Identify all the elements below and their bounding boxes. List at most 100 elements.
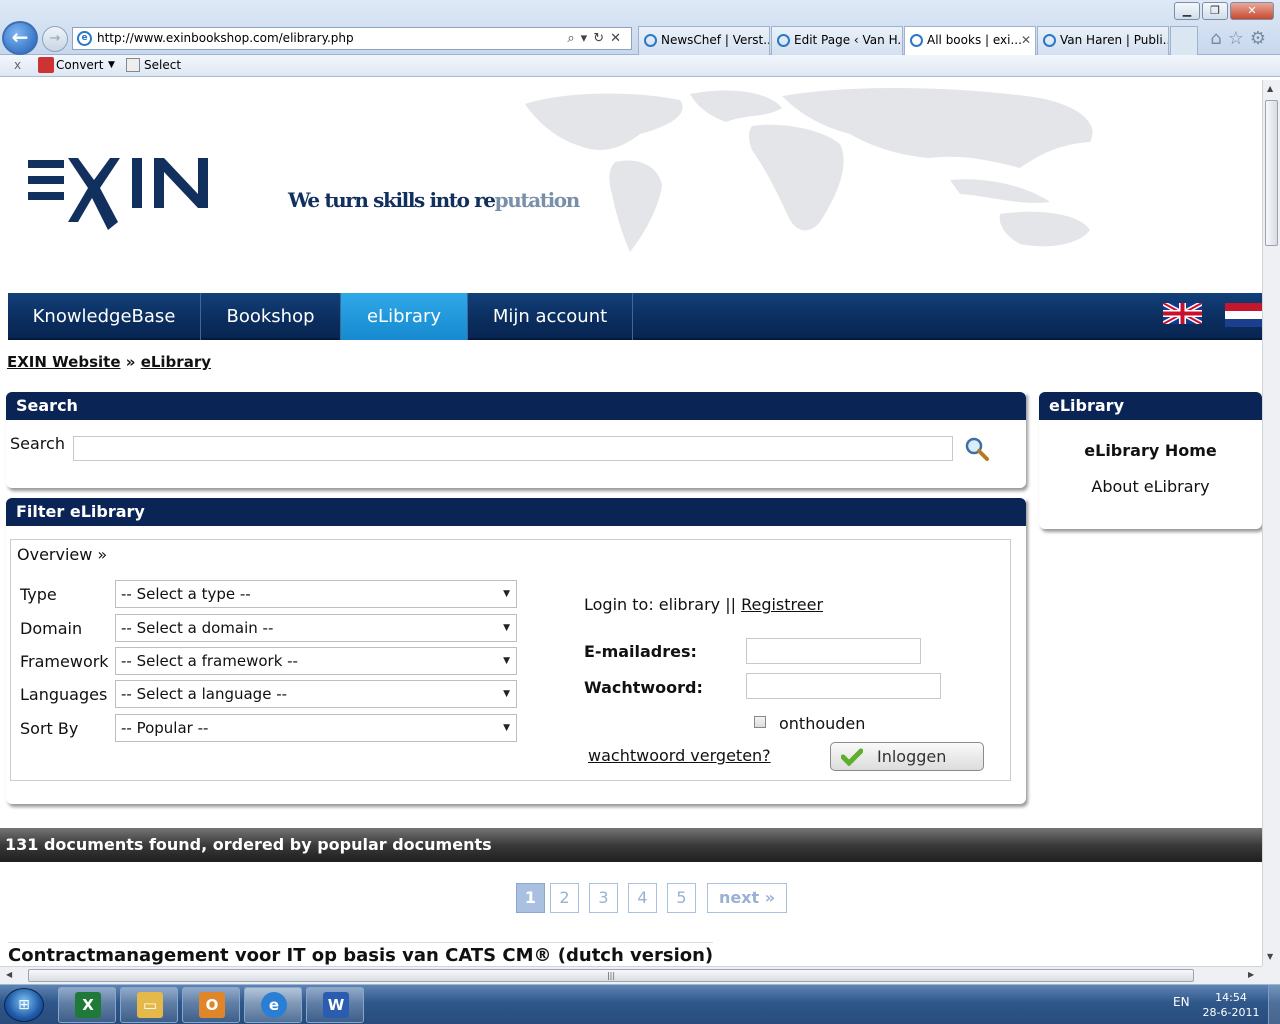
close-tab-icon[interactable]: ✕ — [1021, 27, 1031, 54]
horizontal-scrollbar[interactable]: ◀ ||| ▶ — [0, 966, 1262, 984]
filter-label-domain: Domain — [20, 619, 83, 638]
internet-explorer-icon: e — [261, 992, 287, 1018]
elibrary-sidebar-title: eLibrary — [1039, 392, 1262, 420]
nl-flag-icon[interactable] — [1225, 303, 1262, 327]
page-link[interactable]: 2 — [550, 883, 579, 913]
filter-box: Overview » Type -- Select a type -- ▼ Dom… — [10, 539, 1011, 781]
forward-button[interactable]: → — [42, 26, 68, 52]
close-window-button[interactable]: ✕ — [1230, 2, 1274, 20]
tab-label: Edit Page ‹ Van H... — [794, 33, 903, 47]
domain-select[interactable]: -- Select a domain -- ▼ — [115, 614, 517, 642]
address-tools[interactable]: ⌕▾↻✕ — [567, 28, 627, 49]
scroll-left-icon[interactable]: ◀ — [6, 970, 12, 979]
folder-icon: ▭ — [137, 992, 163, 1018]
sort-select-value: -- Popular -- — [121, 719, 209, 737]
convert-button[interactable]: Convert — [56, 55, 103, 75]
register-link[interactable]: Registreer — [741, 595, 823, 614]
ie-tab-icon — [644, 34, 657, 47]
sort-select[interactable]: -- Popular -- ▼ — [115, 714, 517, 742]
overview-link[interactable]: Overview » — [17, 545, 107, 564]
nav-item-knowledgebase[interactable]: KnowledgeBase — [8, 293, 201, 340]
page-link[interactable]: 4 — [628, 883, 657, 913]
close-toolbar-icon[interactable]: x — [14, 55, 21, 75]
system-clock[interactable]: 14:54 28-6-2011 — [1200, 990, 1262, 1020]
exin-logo — [28, 158, 208, 230]
browser-tab[interactable]: NewsChef | Verst... — [638, 26, 770, 55]
scroll-up-icon[interactable]: ▲ — [1267, 84, 1273, 93]
chevron-down-icon[interactable]: ▼ — [108, 55, 115, 75]
tagline-main: We turn skills into re — [288, 188, 496, 212]
password-label: Wachtwoord: — [584, 678, 703, 697]
result-item-title[interactable]: Contractmanagement voor IT op basis van … — [8, 942, 714, 966]
search-panel: Search Search — [6, 392, 1026, 488]
nav-item-bookshop[interactable]: Bookshop — [201, 293, 341, 340]
clock-date: 28-6-2011 — [1202, 1006, 1260, 1019]
vertical-scrollbar[interactable]: ▲ ▼ — [1262, 80, 1280, 966]
search-input[interactable] — [73, 436, 953, 461]
browser-tab[interactable]: Van Haren | Publi... — [1037, 26, 1169, 55]
url-text: http://www.exinbookshop.com/elibrary.php — [97, 31, 354, 45]
checkmark-icon — [841, 748, 863, 766]
ie-page-icon: e — [77, 31, 92, 46]
taskbar-explorer[interactable]: ▭ — [120, 987, 178, 1023]
search-icon[interactable] — [964, 436, 990, 462]
page-link[interactable]: 5 — [667, 883, 696, 913]
site-tagline: We turn skills into reputation — [288, 188, 580, 212]
chevron-down-icon: ▼ — [503, 656, 510, 666]
vertical-scroll-thumb[interactable] — [1265, 100, 1278, 246]
page-link-current[interactable]: 1 — [516, 883, 545, 913]
uk-flag-icon[interactable] — [1163, 303, 1202, 324]
breadcrumb-home-link[interactable]: EXIN Website — [7, 353, 121, 371]
show-desktop-button[interactable] — [1268, 985, 1280, 1024]
about-elibrary-link[interactable]: About eLibrary — [1039, 477, 1262, 496]
chevron-down-icon: ▼ — [503, 623, 510, 633]
nav-item-mijn-account[interactable]: Mijn account — [468, 293, 633, 340]
tab-label: Van Haren | Publi... — [1060, 33, 1169, 47]
login-button[interactable]: Inloggen — [830, 742, 984, 771]
taskbar-word[interactable]: W — [306, 987, 364, 1023]
taskbar-excel[interactable]: X — [58, 987, 116, 1023]
ie-tab-icon — [910, 34, 923, 47]
filter-panel-title: Filter eLibrary — [6, 498, 1026, 526]
breadcrumb-separator: » — [125, 353, 136, 371]
scroll-down-icon[interactable]: ▼ — [1267, 952, 1273, 961]
home-icon[interactable]: ⌂ — [1210, 28, 1227, 49]
select-button[interactable]: Select — [144, 55, 181, 75]
clock-time: 14:54 — [1215, 991, 1247, 1004]
type-select[interactable]: -- Select a type -- ▼ — [115, 580, 517, 608]
favorites-star-icon[interactable]: ☆ — [1228, 28, 1250, 49]
nav-item-elibrary[interactable]: eLibrary — [341, 293, 468, 340]
framework-select[interactable]: -- Select a framework -- ▼ — [115, 647, 517, 675]
password-field[interactable] — [746, 673, 941, 699]
language-indicator[interactable]: EN — [1173, 995, 1190, 1009]
taskbar-internet-explorer[interactable]: e — [244, 987, 302, 1023]
breadcrumb-current-link[interactable]: eLibrary — [141, 353, 211, 371]
forgot-password-link[interactable]: wachtwoord vergeten? — [588, 746, 771, 765]
page-link[interactable]: 3 — [589, 883, 618, 913]
filter-panel: Filter eLibrary Overview » Type -- Selec… — [6, 498, 1026, 804]
back-button[interactable]: ← — [2, 21, 38, 55]
language-select[interactable]: -- Select a language -- ▼ — [115, 680, 517, 708]
new-tab-button[interactable] — [1170, 26, 1198, 55]
taskbar-outlook[interactable]: O — [182, 987, 240, 1023]
address-bar[interactable]: e http://www.exinbookshop.com/elibrary.p… — [72, 27, 632, 50]
login-button-label: Inloggen — [877, 747, 947, 766]
excel-icon: X — [75, 992, 101, 1018]
horizontal-scroll-thumb[interactable]: ||| — [28, 969, 1194, 982]
gear-icon[interactable]: ⚙ — [1250, 28, 1272, 49]
scroll-right-icon[interactable]: ▶ — [1248, 970, 1254, 979]
browser-tab-active[interactable]: All books | exi... ✕ — [904, 26, 1036, 55]
breadcrumb: EXIN Website » eLibrary — [7, 353, 211, 371]
minimize-button[interactable]: ▁ — [1174, 2, 1200, 20]
email-label: E-mailadres: — [584, 642, 697, 661]
word-icon: W — [323, 992, 349, 1018]
elibrary-home-link[interactable]: eLibrary Home — [1039, 441, 1262, 460]
browser-tab[interactable]: Edit Page ‹ Van H... — [771, 26, 903, 55]
restore-button[interactable]: ❐ — [1202, 2, 1228, 20]
email-field[interactable] — [746, 638, 921, 664]
next-page-link[interactable]: next » — [707, 883, 787, 913]
remember-checkbox[interactable] — [754, 716, 766, 728]
start-button[interactable]: ⊞ — [4, 988, 44, 1022]
filter-label-framework: Framework — [20, 652, 109, 671]
ie-tab-icon — [777, 34, 790, 47]
